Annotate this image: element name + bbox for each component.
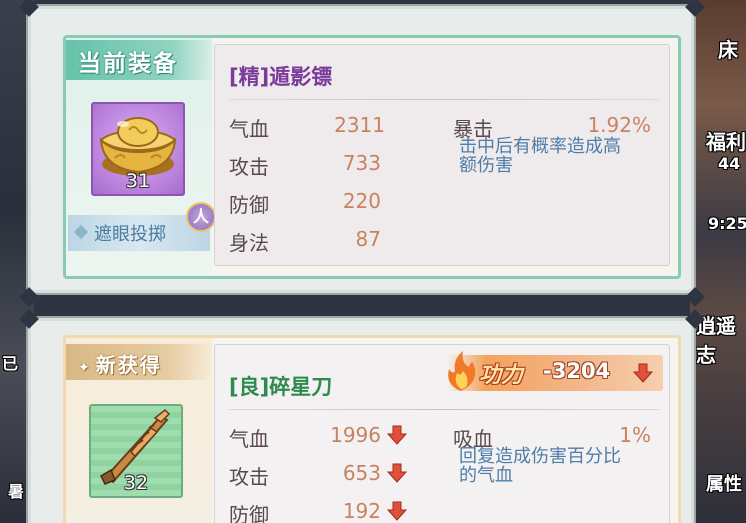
down-arrow-icon bbox=[633, 363, 653, 383]
background-label: 9:25 bbox=[708, 214, 746, 233]
new-equipment-header-text: 新获得 bbox=[95, 353, 162, 377]
new-equipment-frame: ✦ 新获得 32 功力 -3204 [良]碎星刀 气血 1996 攻击 653 … bbox=[63, 335, 681, 523]
background-label: 已 bbox=[2, 354, 19, 373]
special-stat-value: 1.92% bbox=[587, 113, 651, 137]
stat-value: 653 bbox=[342, 461, 381, 485]
current-equipment-header: 当前装备 bbox=[66, 40, 216, 80]
background-label: 属性 bbox=[706, 474, 742, 495]
description-line: 回复造成伤害百分比 bbox=[459, 446, 621, 467]
stat-label: 气血 bbox=[229, 427, 269, 451]
new-item-details: 功力 -3204 [良]碎星刀 气血 1996 攻击 653 防御 192 吸血… bbox=[214, 344, 670, 523]
stat-label: 气血 bbox=[229, 117, 269, 141]
stat-value: 733 bbox=[342, 151, 381, 175]
power-badge: 功力 -3204 bbox=[447, 351, 663, 391]
description-line: 额伤害 bbox=[459, 155, 513, 176]
flame-icon bbox=[448, 351, 476, 391]
stat-value: 192 bbox=[342, 499, 381, 523]
diamond-icon bbox=[73, 224, 89, 240]
current-equipment-frame: 当前装备 31 遮眼投掷 人 [精]遁影镖 气血 2311 攻击 733 防御 … bbox=[63, 35, 681, 279]
divider bbox=[229, 409, 659, 410]
item-level: 31 bbox=[125, 170, 151, 192]
stat-value: 220 bbox=[342, 189, 381, 213]
item-name: [精]遁影镖 bbox=[229, 65, 333, 89]
current-item-details: [精]遁影镖 气血 2311 攻击 733 防御 220 身法 87 暴击 1.… bbox=[214, 44, 670, 266]
background-label: 福利 bbox=[706, 130, 746, 154]
new-item-slot[interactable]: 32 bbox=[89, 404, 183, 498]
down-arrow-icon bbox=[387, 463, 407, 483]
special-stat-description: 击中后有概率造成高 额伤害 bbox=[459, 137, 621, 175]
background-label: 44 bbox=[718, 154, 741, 173]
stat-label: 身法 bbox=[229, 231, 269, 255]
description-line: 的气血 bbox=[459, 465, 513, 486]
description-line: 击中后有概率造成高 bbox=[459, 136, 621, 157]
new-equipment-header: ✦ 新获得 bbox=[66, 344, 212, 380]
stat-label: 攻击 bbox=[229, 465, 269, 489]
power-label: 功力 bbox=[479, 363, 524, 388]
skill-name: 遮眼投掷 bbox=[94, 224, 166, 245]
item-level: 32 bbox=[123, 472, 149, 494]
background-label: 暑 bbox=[8, 482, 25, 501]
down-arrow-icon bbox=[387, 425, 407, 445]
special-stat-description: 回复造成伤害百分比 的气血 bbox=[459, 447, 621, 485]
stat-value: 2311 bbox=[334, 113, 385, 137]
new-equipment-panel: ✦ 新获得 32 功力 -3204 [良]碎星刀 气血 1996 攻击 653 … bbox=[28, 318, 694, 523]
item-name: [良]碎星刀 bbox=[229, 375, 333, 399]
divider bbox=[229, 99, 659, 100]
current-item-slot[interactable]: 31 bbox=[91, 102, 185, 196]
new-item-column: ✦ 新获得 32 bbox=[66, 338, 212, 523]
current-item-column: 当前装备 31 遮眼投掷 人 bbox=[66, 38, 216, 276]
stat-label: 防御 bbox=[229, 193, 269, 217]
power-value: -3204 bbox=[543, 359, 611, 383]
stat-label: 攻击 bbox=[229, 155, 269, 179]
background-right bbox=[690, 0, 746, 523]
skill-type-badge: 人 bbox=[186, 202, 216, 232]
sparkle-icon: ✦ bbox=[78, 360, 92, 376]
stat-value: 87 bbox=[355, 227, 381, 251]
background-label: 床 bbox=[718, 38, 738, 62]
stat-value: 1996 bbox=[330, 423, 381, 447]
special-stat-value: 1% bbox=[619, 423, 651, 447]
stat-label: 防御 bbox=[229, 503, 269, 523]
current-equipment-panel: 当前装备 31 遮眼投掷 人 [精]遁影镖 气血 2311 攻击 733 防御 … bbox=[28, 6, 694, 293]
down-arrow-icon bbox=[387, 501, 407, 521]
